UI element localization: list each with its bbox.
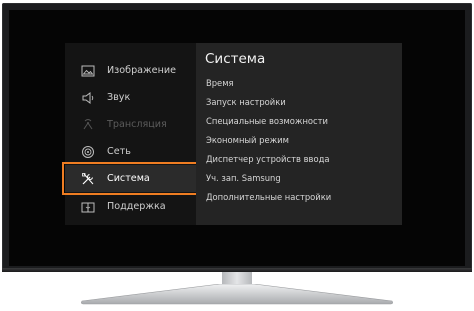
menu-item-picture[interactable]: Изображение <box>65 57 200 84</box>
menu-item-support[interactable]: Поддержка <box>65 193 200 220</box>
submenu-title: Система <box>205 51 266 67</box>
submenu-item-time[interactable]: Время <box>206 78 234 88</box>
support-icon <box>80 199 96 215</box>
submenu-item-accessibility[interactable]: Специальные возможности <box>206 116 328 126</box>
settings-menu: Изображение Звук Трансляция Сеть Система… <box>62 43 203 225</box>
menu-item-sound[interactable]: Звук <box>65 84 200 111</box>
menu-item-label: Система <box>107 173 150 184</box>
menu-item-label: Сеть <box>107 146 131 157</box>
menu-item-label: Трансляция <box>107 119 167 130</box>
system-submenu: Система Время Запуск настройки Специальн… <box>196 43 402 225</box>
picture-icon <box>80 63 96 79</box>
submenu-item-samsung-account[interactable]: Уч. зап. Samsung <box>206 173 281 183</box>
speaker-icon <box>80 90 96 106</box>
submenu-item-setup[interactable]: Запуск настройки <box>206 97 286 107</box>
menu-item-network[interactable]: Сеть <box>65 138 200 165</box>
menu-item-system[interactable]: Система <box>62 162 203 195</box>
menu-item-label: Изображение <box>107 65 176 76</box>
menu-item-label: Звук <box>107 92 131 103</box>
broadcast-icon <box>80 117 96 133</box>
submenu-item-expert-settings[interactable]: Дополнительные настройки <box>206 192 331 202</box>
network-icon <box>80 144 96 160</box>
menu-item-label: Поддержка <box>107 201 166 212</box>
submenu-item-eco-mode[interactable]: Экономный режим <box>206 135 289 145</box>
tools-icon <box>80 171 96 187</box>
submenu-item-device-manager[interactable]: Диспетчер устройств ввода <box>206 154 330 164</box>
menu-item-broadcast: Трансляция <box>65 111 200 138</box>
tv-stand-base <box>81 284 393 305</box>
